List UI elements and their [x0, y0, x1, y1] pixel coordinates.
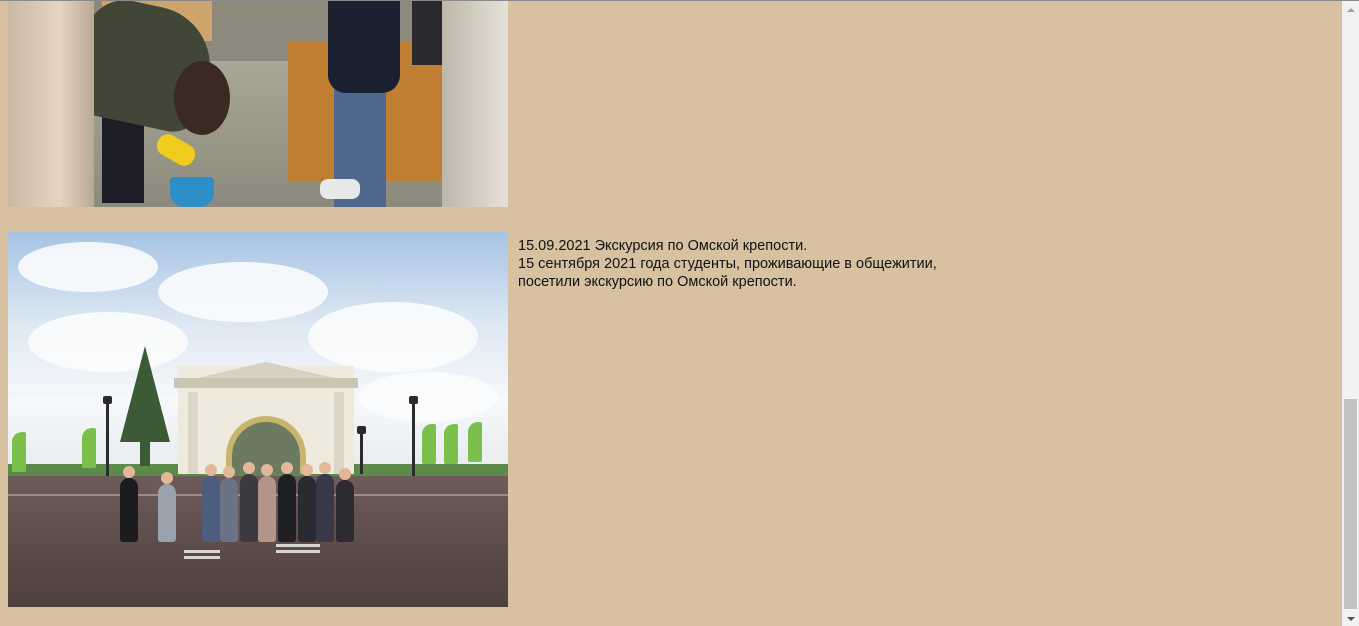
photo-banner-flag: [468, 422, 482, 462]
photo-banner-flag: [82, 428, 96, 468]
photo-student: [240, 474, 258, 542]
photo-sneaker: [320, 179, 360, 199]
photo-pavement-marking: [184, 556, 220, 559]
photo-student: [278, 474, 296, 542]
photo-student: [298, 476, 316, 542]
arrow-up-icon: [1346, 7, 1355, 12]
photo-cloud: [18, 242, 158, 292]
photo-person-standing: [328, 1, 400, 93]
photo-student: [202, 476, 220, 542]
photo-student: [336, 480, 354, 542]
photo-banner-flag: [422, 424, 436, 464]
caption-title: 15.09.2021 Экскурсия по Омской крепости.: [518, 238, 808, 254]
photo-gate-cornice: [174, 378, 358, 388]
photo-cloud: [158, 262, 328, 322]
photo-student-group: [116, 452, 366, 542]
photo-student: [316, 474, 334, 542]
photo-pavement-marking: [184, 550, 220, 553]
photo-lamp-post: [409, 396, 418, 476]
photo-student: [220, 478, 238, 542]
photo-pavement-marking: [276, 544, 320, 547]
photo-cloud: [308, 302, 478, 372]
photo-student-head: [123, 466, 135, 478]
photo-person-hair: [174, 61, 230, 135]
scroll-down-button[interactable]: [1342, 610, 1359, 626]
photo-student-head: [281, 462, 293, 474]
photo-student-head: [243, 462, 255, 474]
arrow-down-icon: [1346, 616, 1355, 621]
entry-caption: 15.09.2021 Экскурсия по Омской крепости.…: [518, 237, 998, 291]
caption-text-line: 15 сентября 2021 года студенты, проживаю…: [518, 256, 937, 272]
scrollbar-thumb[interactable]: [1344, 399, 1357, 609]
photo-bucket: [170, 177, 214, 207]
photo-lamp-post: [103, 396, 112, 476]
scroll-up-button[interactable]: [1342, 1, 1359, 18]
photo-student: [120, 478, 138, 542]
photo-cloud: [358, 372, 498, 422]
photo-pavement-marking: [276, 550, 320, 553]
photo-banner-flag: [12, 432, 26, 472]
photo-student-head: [339, 468, 351, 480]
caption-text-line: посетили экскурсию по Омской крепости.: [518, 274, 797, 290]
photo-student-head: [301, 464, 313, 476]
entry-photo-cleaning: [8, 1, 508, 207]
photo-student: [258, 476, 276, 542]
photo-student-head: [161, 472, 173, 484]
photo-student-head: [261, 464, 273, 476]
photo-pillar-left: [8, 1, 94, 207]
photo-cloud: [28, 312, 188, 372]
photo-student: [158, 484, 176, 542]
entry-photo-omsk-fortress: [8, 232, 508, 607]
photo-banner-flag: [444, 424, 458, 464]
photo-student-head: [223, 466, 235, 478]
photo-student-head: [205, 464, 217, 476]
vertical-scrollbar[interactable]: [1342, 1, 1359, 626]
photo-student-head: [319, 462, 331, 474]
photo-pillar-right: [442, 1, 508, 207]
